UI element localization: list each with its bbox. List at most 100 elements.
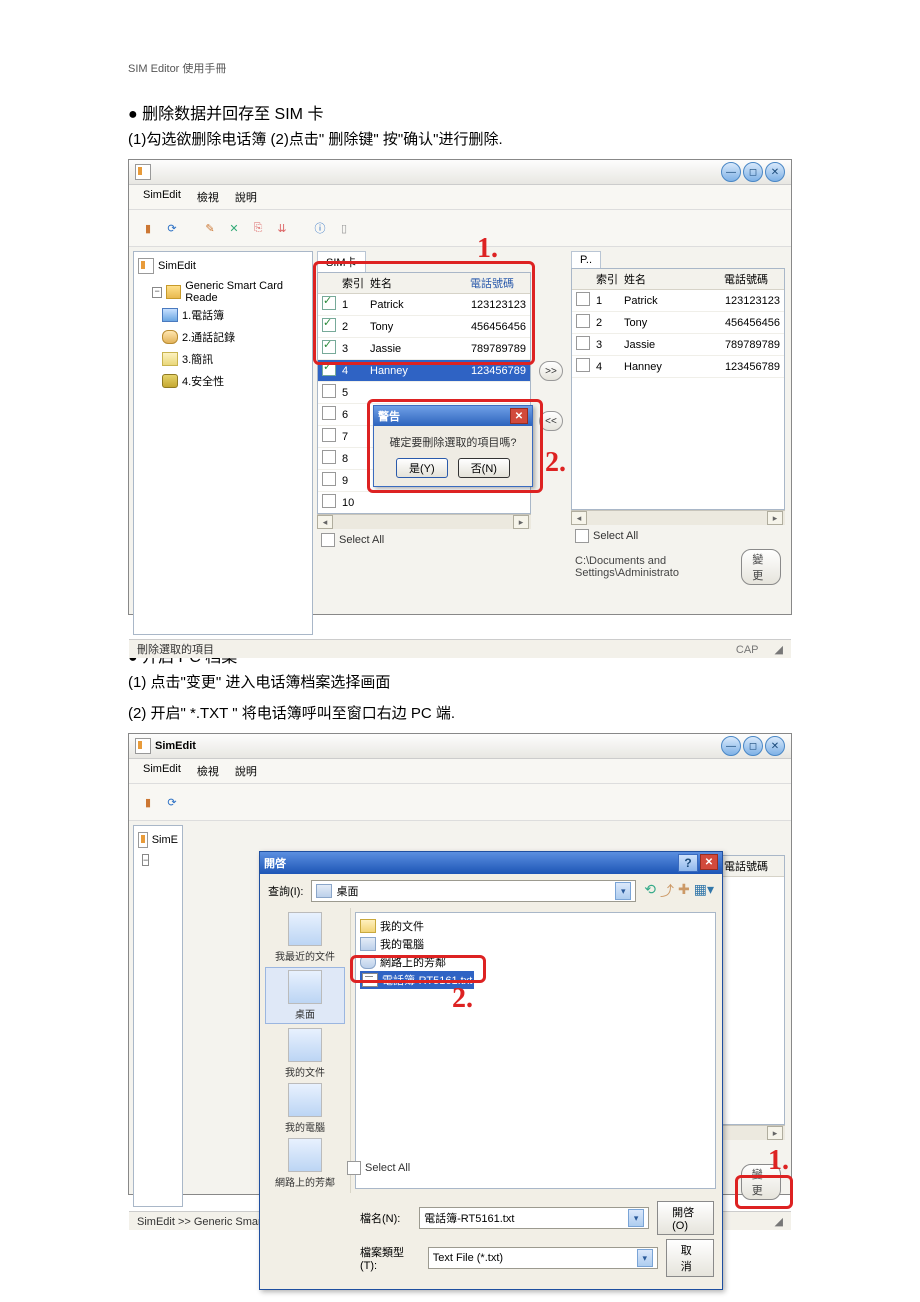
dialog-close-button[interactable]: ✕ bbox=[510, 408, 528, 424]
place-mydocs[interactable]: 我的文件 bbox=[266, 1028, 344, 1079]
dropdown-icon[interactable]: ▾ bbox=[628, 1209, 644, 1227]
menu-simedit[interactable]: SimEdit bbox=[143, 763, 181, 779]
dialog-close-button[interactable]: ✕ bbox=[700, 854, 718, 870]
table-row[interactable]: 1Patrick123123123 bbox=[318, 294, 530, 316]
file-item[interactable]: 我的文件 bbox=[360, 917, 711, 935]
open-button[interactable]: 開啓(O) bbox=[657, 1201, 714, 1235]
file-item-selected[interactable]: 電話簿-RT5161.txt bbox=[360, 971, 474, 989]
menu-simedit[interactable]: SimEdit bbox=[143, 189, 181, 205]
table-row[interactable]: 3Jassie789789789 bbox=[572, 334, 784, 356]
tree-calllog[interactable]: 2.通話記錄 bbox=[182, 329, 235, 345]
pc-change-button[interactable]: 變更 bbox=[741, 549, 781, 585]
table-row[interactable]: 2Tony456456456 bbox=[318, 316, 530, 338]
place-network[interactable]: 網路上的芳鄰 bbox=[266, 1138, 344, 1189]
table-row[interactable]: 4Hanney123456789 bbox=[572, 356, 784, 378]
filename-combo[interactable]: 電話簿-RT5161.txt ▾ bbox=[419, 1207, 649, 1229]
nav-newfolder-icon[interactable]: ✚ bbox=[678, 881, 690, 901]
toolbar-new-icon[interactable]: ▮ bbox=[139, 793, 157, 811]
toolbar-edit-icon[interactable]: ✎ bbox=[201, 219, 219, 237]
row-checkbox[interactable] bbox=[322, 362, 336, 376]
pc-hscroll[interactable]: ◂ ▸ bbox=[571, 510, 785, 525]
close-button[interactable]: ✕ bbox=[765, 162, 785, 182]
tree-phonebook[interactable]: 1.電話簿 bbox=[182, 307, 224, 323]
move-left-button[interactable]: << bbox=[539, 411, 563, 431]
toolbar-delete-icon[interactable]: ✕ bbox=[225, 219, 243, 237]
lookin-combo[interactable]: 桌面 ▾ bbox=[311, 880, 636, 902]
row-checkbox[interactable] bbox=[322, 296, 336, 310]
close-button[interactable]: ✕ bbox=[765, 736, 785, 756]
dialog-yes-button[interactable]: 是(Y) bbox=[396, 458, 448, 478]
pc-select-all-checkbox[interactable] bbox=[575, 529, 589, 543]
file-item[interactable]: 我的電腦 bbox=[360, 935, 711, 953]
toolbar-refresh-icon[interactable]: ⟳ bbox=[163, 793, 181, 811]
row-index: 2 bbox=[592, 315, 620, 331]
tree-expand-icon[interactable]: − bbox=[152, 287, 162, 298]
tree-security[interactable]: 4.安全性 bbox=[182, 373, 224, 389]
place-desktop[interactable]: 桌面 bbox=[265, 967, 345, 1024]
sim-select-all-checkbox[interactable] bbox=[321, 533, 335, 547]
toolbar-copy-icon[interactable]: ⎘ bbox=[249, 219, 267, 237]
row-checkbox[interactable] bbox=[322, 406, 336, 420]
pc-col-phone: 電話號碼 bbox=[720, 269, 784, 289]
dropdown-icon[interactable]: ▾ bbox=[637, 1249, 653, 1267]
table-row[interactable]: 1Patrick123123123 bbox=[572, 290, 784, 312]
menu-view[interactable]: 檢視 bbox=[197, 189, 219, 205]
row-checkbox[interactable] bbox=[322, 472, 336, 486]
menu-help[interactable]: 說明 bbox=[235, 189, 257, 205]
toolbar-paste-icon[interactable]: ⇊ bbox=[273, 219, 291, 237]
scroll-right-icon[interactable]: ▸ bbox=[767, 1126, 783, 1140]
row-checkbox[interactable] bbox=[322, 450, 336, 464]
cancel-button[interactable]: 取消 bbox=[666, 1239, 714, 1277]
row-checkbox[interactable] bbox=[322, 340, 336, 354]
table-row[interactable]: 3Jassie789789789 bbox=[318, 338, 530, 360]
nav-views-icon[interactable]: ▦▾ bbox=[694, 881, 714, 901]
row-checkbox[interactable] bbox=[322, 318, 336, 332]
sim-tab[interactable]: SIM卡 bbox=[317, 251, 366, 272]
dialog-help-button[interactable]: ? bbox=[678, 854, 698, 872]
table-row[interactable]: 10 bbox=[318, 492, 530, 514]
file-item[interactable]: 網路上的芳鄰 bbox=[360, 953, 711, 971]
scroll-right-icon[interactable]: ▸ bbox=[513, 515, 529, 529]
scroll-right-icon[interactable]: ▸ bbox=[767, 511, 783, 525]
maximize-button[interactable]: ◻ bbox=[743, 162, 763, 182]
sim2-select-all-checkbox[interactable] bbox=[347, 1161, 361, 1175]
tree-reader-label[interactable]: Generic Smart Card Reade bbox=[185, 280, 308, 304]
place-recent[interactable]: 我最近的文件 bbox=[266, 912, 344, 963]
toolbar-new-icon[interactable]: ▮ bbox=[139, 219, 157, 237]
toolbar-refresh-icon[interactable]: ⟳ bbox=[163, 219, 181, 237]
sim-hscroll[interactable]: ◂ ▸ bbox=[317, 514, 531, 529]
minimize-button[interactable]: — bbox=[721, 736, 741, 756]
row-checkbox[interactable] bbox=[576, 336, 590, 350]
row-checkbox[interactable] bbox=[322, 428, 336, 442]
nav-back-icon[interactable]: ⟲ bbox=[644, 881, 656, 901]
scroll-left-icon[interactable]: ◂ bbox=[571, 511, 587, 525]
nav-up-icon[interactable]: ⤴ bbox=[660, 881, 674, 901]
scroll-left-icon[interactable]: ◂ bbox=[317, 515, 333, 529]
row-checkbox[interactable] bbox=[576, 314, 590, 328]
table-row[interactable]: 5 bbox=[318, 382, 530, 404]
menu-help[interactable]: 說明 bbox=[235, 763, 257, 779]
pc2-change-button[interactable]: 變更 bbox=[741, 1164, 781, 1200]
row-checkbox[interactable] bbox=[322, 384, 336, 398]
row-checkbox[interactable] bbox=[322, 494, 336, 508]
menu-view[interactable]: 檢視 bbox=[197, 763, 219, 779]
move-right-button[interactable]: >> bbox=[539, 361, 563, 381]
pc-list[interactable]: 索引 姓名 電話號碼 1Patrick1231231232Tony4564564… bbox=[571, 268, 785, 510]
dropdown-icon[interactable]: ▾ bbox=[615, 882, 631, 900]
maximize-button[interactable]: ◻ bbox=[743, 736, 763, 756]
tree-root-label[interactable]: SimEdit bbox=[158, 260, 196, 272]
minimize-button[interactable]: — bbox=[721, 162, 741, 182]
file-list[interactable]: 我的文件 我的電腦 網路上的芳鄰 電話簿-RT5161.txt 2. bbox=[355, 912, 716, 1189]
toolbar-info-icon[interactable]: ⓘ bbox=[311, 219, 329, 237]
filetype-combo[interactable]: Text File (*.txt) ▾ bbox=[428, 1247, 658, 1269]
dialog-no-button[interactable]: 否(N) bbox=[458, 458, 510, 478]
tree-expand-icon[interactable]: − bbox=[142, 854, 149, 866]
table-row[interactable]: 4Hanney123456789 bbox=[318, 360, 530, 382]
row-checkbox[interactable] bbox=[576, 292, 590, 306]
row-checkbox[interactable] bbox=[576, 358, 590, 372]
pc-tab[interactable]: P.. bbox=[571, 251, 601, 268]
tree-sms[interactable]: 3.簡訊 bbox=[182, 351, 213, 367]
table-row[interactable]: 2Tony456456456 bbox=[572, 312, 784, 334]
place-mycomp[interactable]: 我的電腦 bbox=[266, 1083, 344, 1134]
tree-root-label[interactable]: SimE bbox=[152, 834, 178, 846]
